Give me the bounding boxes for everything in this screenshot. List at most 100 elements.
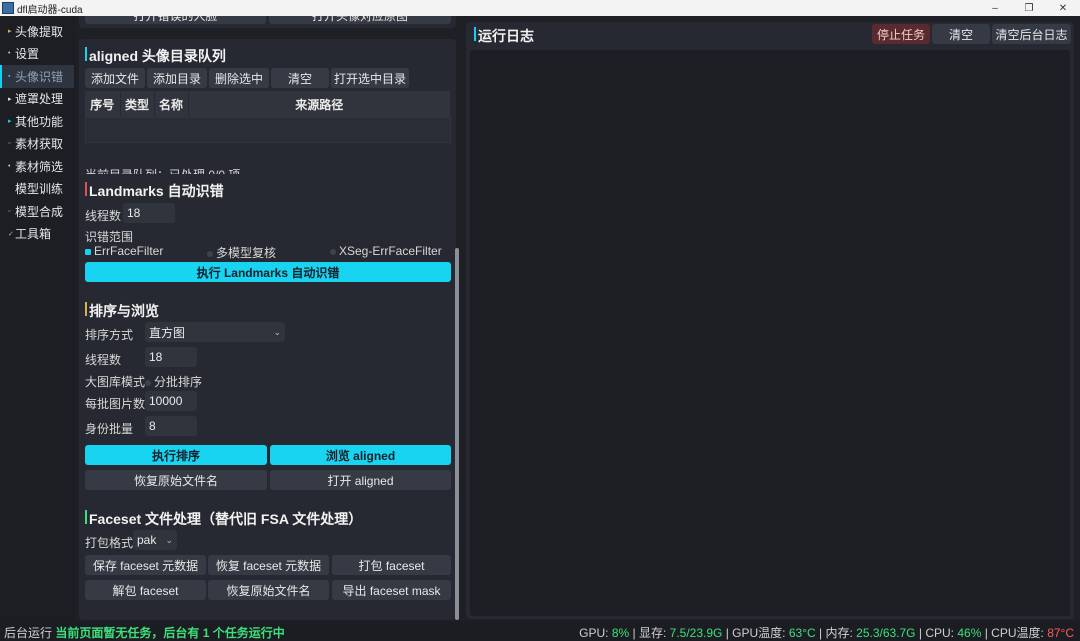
restore-filenames-button[interactable]: 恢复原始文件名	[85, 470, 267, 490]
remove-selected-button[interactable]: 删除选中	[209, 68, 269, 88]
chevron-down-icon: ⌄	[165, 534, 173, 545]
export-faceset-mask-button[interactable]: 导出 faceset mask	[332, 580, 451, 600]
column-header-name[interactable]: 名称	[154, 91, 189, 117]
log-title: 运行日志	[474, 26, 534, 46]
option-label: 分批排序	[154, 375, 203, 389]
log-panel: 运行日志 停止任务 清空 清空后台日志	[466, 22, 1074, 619]
add-file-button[interactable]: 添加文件	[85, 68, 145, 88]
column-header-source-path[interactable]: 来源路径	[188, 91, 451, 117]
sort-card: 排序与浏览 排序方式 直方图 ⌄ 线程数 18 大图库模式 分批排序 每批图片数…	[79, 293, 456, 509]
sidebar-item-label: 模型合成	[15, 204, 64, 219]
open-aligned-button[interactable]: 打开 aligned	[270, 470, 451, 490]
sidebar-item-other[interactable]: ▸ 其他功能	[0, 110, 76, 133]
stop-task-button[interactable]: 停止任务	[872, 24, 930, 44]
gpu-value: 8%	[611, 626, 630, 640]
save-faceset-metadata-button[interactable]: 保存 faceset 元数据	[85, 555, 206, 575]
bullet-icon: ▫	[8, 140, 11, 148]
open-selected-folder-button[interactable]: 打开选中目录	[331, 68, 409, 88]
sidebar-item-settings[interactable]: • 设置	[0, 43, 76, 66]
close-button[interactable]: ✕	[1046, 0, 1080, 16]
clear-background-log-button[interactable]: 清空后台日志	[992, 24, 1071, 44]
memory-label: 内存:	[825, 626, 853, 640]
batch-sort-option[interactable]: 分批排序	[145, 373, 202, 390]
card-title-text: Faceset 文件处理（替代旧 FSA 文件处理）	[89, 511, 363, 527]
run-landmarks-button[interactable]: 执行 Landmarks 自动识错	[85, 262, 451, 282]
card-title: aligned 头像目录队列	[85, 46, 226, 66]
aligned-queue-card: aligned 头像目录队列 添加文件 添加目录 删除选中 清空 打开选中目录 …	[79, 39, 456, 186]
cpu-value: 46%	[957, 626, 982, 640]
queue-table-body[interactable]	[85, 117, 451, 143]
open-source-image-button[interactable]: 打开头像对应原图	[269, 16, 451, 24]
cpu-temp-label: CPU温度:	[991, 626, 1044, 640]
run-sort-button[interactable]: 执行排序	[85, 445, 267, 465]
add-folder-button[interactable]: 添加目录	[147, 68, 207, 88]
option-errfacefilter[interactable]: ErrFaceFilter	[85, 244, 163, 258]
pack-faceset-button[interactable]: 打包 faceset	[332, 555, 451, 575]
card-title: 排序与浏览	[85, 301, 159, 321]
sidebar-item-label: 模型训练	[15, 182, 64, 197]
sort-threads-input[interactable]: 18	[145, 347, 197, 367]
accent-bar	[85, 182, 87, 196]
radio-checked-icon	[85, 248, 91, 255]
batch-size-label: 每批图片数	[85, 397, 146, 411]
accent-bar	[85, 302, 87, 316]
sidebar-item-label: 头像提取	[15, 24, 64, 39]
restore-filenames-button[interactable]: 恢复原始文件名	[208, 580, 329, 600]
sidebar-item-train[interactable]: 模型训练	[0, 178, 76, 201]
sidebar-item-face-error-check[interactable]: ▪ 头像识错	[0, 65, 74, 88]
unpack-faceset-button[interactable]: 解包 faceset	[85, 580, 206, 600]
sort-method-select[interactable]: 直方图 ⌄	[145, 322, 285, 342]
option-xseg-errfacefilter[interactable]: XSeg-ErrFaceFilter	[330, 244, 442, 258]
cpu-temp-value: 87°C	[1047, 626, 1074, 640]
restore-faceset-metadata-button[interactable]: 恢复 faceset 元数据	[208, 555, 329, 575]
card-title-text: aligned 头像目录队列	[89, 48, 226, 64]
clear-queue-button[interactable]: 清空	[271, 68, 329, 88]
identity-batch-input[interactable]: 8	[145, 416, 197, 436]
sidebar-item-toolbox[interactable]: ✓ 工具箱	[0, 223, 76, 246]
minimize-button[interactable]: –	[978, 0, 1012, 16]
queue-table: 序号 类型 名称 来源路径	[85, 91, 451, 117]
background-status: 后台运行 当前页面暂无任务，后台有 1 个任务运行中	[4, 624, 285, 641]
background-status-message: 当前页面暂无任务，后台有 1 个任务运行中	[55, 626, 285, 640]
sidebar-item-face-extract[interactable]: ▸ 头像提取	[0, 20, 76, 43]
accent-bar	[85, 510, 87, 524]
bullet-icon: ▫	[8, 207, 11, 215]
landmarks-threads-input[interactable]: 18	[123, 203, 175, 223]
open-error-faces-button[interactable]: 打开错误的人脸	[85, 16, 266, 24]
sidebar-item-label: 其他功能	[15, 114, 64, 129]
window-title: dfl启动器-cuda	[17, 4, 83, 16]
clear-log-button[interactable]: 清空	[932, 24, 990, 44]
pack-format-select[interactable]: pak ⌄	[133, 530, 177, 550]
bullet-icon: •	[8, 162, 11, 170]
batch-size-input[interactable]: 10000	[145, 391, 197, 411]
sidebar-item-label: 遮罩处理	[15, 92, 64, 107]
option-multi-model[interactable]: 多模型复核	[207, 244, 276, 261]
vram-label: 显存:	[638, 626, 667, 640]
sidebar-item-material-get[interactable]: ▫ 素材获取	[0, 133, 76, 156]
sidebar-item-merge[interactable]: ▫ 模型合成	[0, 200, 76, 223]
sort-method-value: 直方图	[149, 325, 186, 340]
bullet-icon: ▪	[8, 72, 11, 80]
column-header-type[interactable]: 类型	[120, 91, 155, 117]
browse-aligned-button[interactable]: 浏览 aligned	[270, 445, 451, 465]
app-icon	[2, 2, 14, 14]
sidebar-item-mask[interactable]: ▸ 遮罩处理	[0, 88, 76, 111]
gpu-temp-value: 63°C	[788, 626, 816, 640]
range-label: 识错范围	[85, 230, 134, 244]
panel-scrollbar[interactable]	[455, 248, 459, 620]
radio-icon	[207, 250, 213, 257]
sidebar: ▸ 头像提取 • 设置 ▪ 头像识错 ▸ 遮罩处理 ▸ 其他功能 ▫ 素材获取 • 素材筛选 …	[0, 16, 76, 621]
bullet-icon: •	[8, 50, 11, 58]
accent-bar	[85, 47, 87, 61]
sort-method-label: 排序方式	[85, 328, 134, 342]
column-header-index[interactable]: 序号	[85, 91, 121, 117]
window-controls: – ❐ ✕	[978, 0, 1080, 16]
sidebar-item-material-filter[interactable]: • 素材筛选	[0, 155, 76, 178]
identity-batch-label: 身份批量	[85, 422, 134, 436]
sidebar-item-label: 工具箱	[15, 227, 52, 242]
option-label: XSeg-ErrFaceFilter	[339, 244, 442, 258]
log-output[interactable]	[470, 50, 1070, 616]
status-bar: 后台运行 当前页面暂无任务，后台有 1 个任务运行中 GPU: 8% | 显存:…	[0, 621, 1080, 641]
accent-bar	[474, 27, 476, 41]
maximize-button[interactable]: ❐	[1012, 0, 1046, 16]
